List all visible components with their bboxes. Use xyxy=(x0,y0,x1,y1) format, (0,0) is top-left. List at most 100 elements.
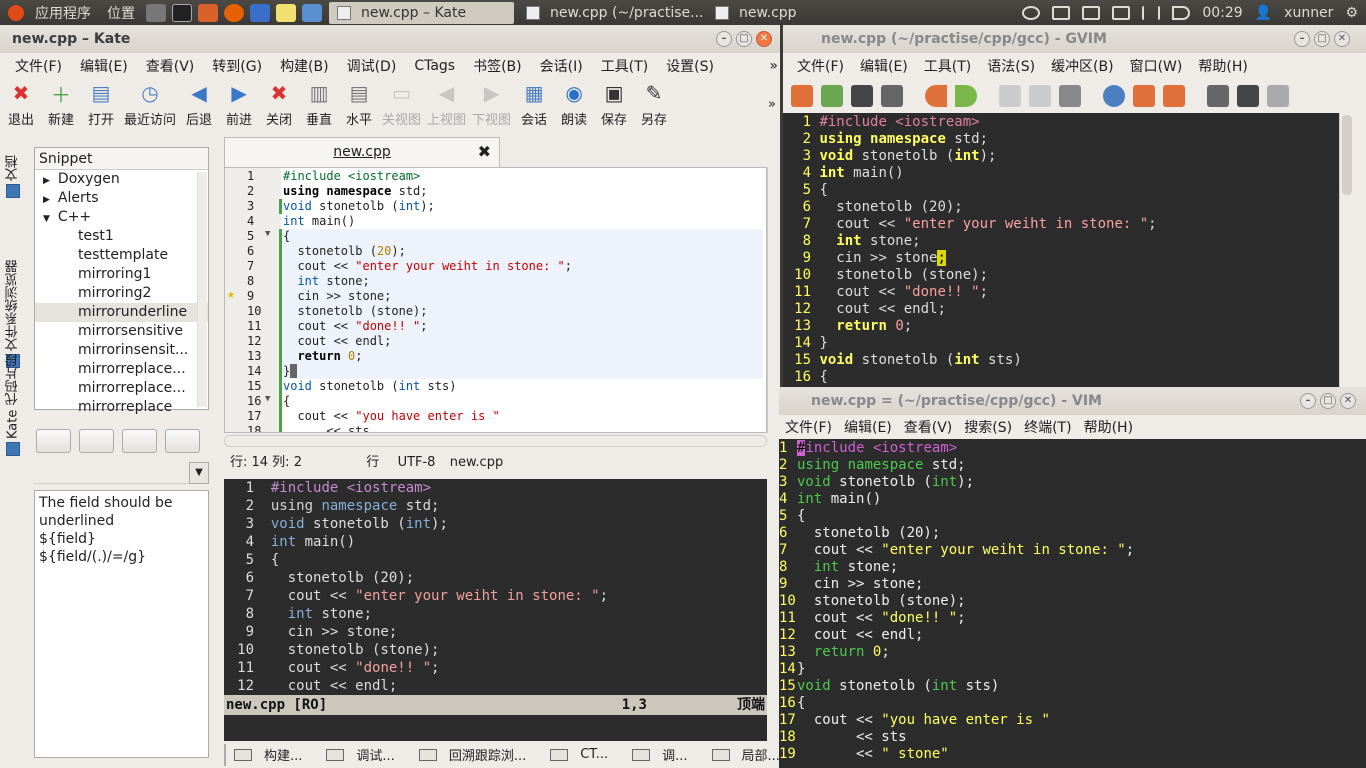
vim-close-button[interactable]: ✕ xyxy=(1340,393,1356,409)
cut-icon[interactable] xyxy=(999,85,1021,107)
find-next-icon[interactable] xyxy=(1133,85,1155,107)
menu-item[interactable]: 文件(F) xyxy=(789,56,852,76)
edit-mode[interactable]: 行 xyxy=(366,455,379,470)
save-icon[interactable] xyxy=(821,85,843,107)
paste-icon[interactable] xyxy=(1059,85,1081,107)
taskbar-item[interactable]: new.cpp xyxy=(707,2,857,24)
toolbar-forward-button[interactable]: ▶ 前进 xyxy=(222,79,256,128)
snippet-tree-item[interactable]: ▶ Alerts xyxy=(35,189,208,208)
chevron-down-icon[interactable]: ▼ xyxy=(189,462,209,484)
menu-item[interactable]: 编辑(E) xyxy=(852,56,916,76)
menu-item[interactable]: 构建(B) xyxy=(271,56,338,76)
tool-view-tab[interactable]: 构建... xyxy=(226,745,318,764)
vim-maximize-button[interactable]: □ xyxy=(1320,393,1336,409)
snippet-tree-item[interactable]: mirrorunderline xyxy=(35,303,208,322)
menu-item[interactable]: 设置(S) xyxy=(657,56,723,76)
toolbar-back-button[interactable]: ◀ 后退 xyxy=(182,79,216,128)
firefox-launcher-icon[interactable] xyxy=(224,3,244,22)
snippet-tree-item[interactable]: mirrorsensitive xyxy=(35,322,208,341)
menu-item[interactable]: CTags xyxy=(405,58,464,74)
undo-icon[interactable] xyxy=(925,85,947,107)
snippet-filter[interactable]: ▼ xyxy=(34,462,209,484)
toolbar-save-as-button[interactable]: ✎ 另存 xyxy=(637,79,671,128)
toolbar-save-button[interactable]: ▣ 保存 xyxy=(597,79,631,128)
home-folder-launcher-icon[interactable] xyxy=(198,3,218,22)
tree-expander-icon[interactable]: ▼ xyxy=(43,214,50,224)
menu-item[interactable]: 工具(T) xyxy=(592,56,657,76)
toolbar-close-button[interactable]: ✖ 关闭 xyxy=(262,79,296,128)
bookmark-star-icon[interactable]: ★ xyxy=(227,287,235,302)
vim-titlebar[interactable]: new.cpp = (~/practise/cpp/gcc) - VIM – □… xyxy=(779,387,1366,415)
menu-item[interactable]: 工具(T) xyxy=(916,56,979,76)
gvim-titlebar[interactable]: new.cpp (~/practise/cpp/gcc) - GVIM – □ … xyxy=(783,25,1366,53)
snippet-scrollbar[interactable] xyxy=(197,172,207,407)
volume-icon[interactable] xyxy=(1172,5,1191,20)
encoding[interactable]: UTF-8 xyxy=(398,455,436,470)
vim-minimize-button[interactable]: – xyxy=(1300,393,1316,409)
toolbar-session-button[interactable]: ▦ 会话 xyxy=(517,79,551,128)
snippet-tree-item[interactable]: ▶ Doxygen xyxy=(35,170,208,189)
side-tab[interactable]: Kate 代码片段 xyxy=(3,347,23,459)
menu-item[interactable]: 窗口(W) xyxy=(1122,56,1191,76)
menu-item[interactable]: 文件(F) xyxy=(779,417,838,437)
save-all-icon[interactable] xyxy=(851,85,873,107)
tree-expander-icon[interactable]: ▶ xyxy=(43,176,50,186)
settings-launcher-icon[interactable] xyxy=(146,3,166,22)
print-icon[interactable] xyxy=(881,85,903,107)
open-icon[interactable] xyxy=(791,85,813,107)
fold-arrow-icon[interactable]: ▼ xyxy=(265,229,270,239)
menu-item[interactable]: 缓冲区(B) xyxy=(1043,56,1122,76)
eclipse-launcher-icon[interactable] xyxy=(250,3,270,22)
menu-item[interactable]: 搜索(S) xyxy=(958,417,1018,437)
minimize-button[interactable]: – xyxy=(716,31,732,47)
kate-editor[interactable]: 1 #include <iostream> 2 using namespace std… xyxy=(224,167,767,433)
user-name[interactable]: xunner xyxy=(1284,5,1333,21)
snippet-tree-item[interactable]: test1 xyxy=(35,227,208,246)
menu-item[interactable]: 书签(B) xyxy=(464,56,531,76)
gvim-maximize-button[interactable]: □ xyxy=(1314,31,1330,47)
fold-arrow-icon[interactable]: ▼ xyxy=(265,394,270,404)
menu-item[interactable]: 帮助(H) xyxy=(1078,417,1139,437)
menu-item[interactable]: 文件(F) xyxy=(6,56,71,76)
mail-icon[interactable] xyxy=(1082,5,1101,20)
menu-item[interactable]: 帮助(H) xyxy=(1190,56,1255,76)
applications-menu[interactable]: 应用程序 xyxy=(27,3,99,23)
copy-icon[interactable] xyxy=(1029,85,1051,107)
snippet-tree-item[interactable]: mirrorinsensit... xyxy=(35,341,208,360)
network-icon[interactable] xyxy=(1142,5,1161,20)
menu-item[interactable]: 编辑(E) xyxy=(71,56,137,76)
gvim-close-button[interactable]: ✕ xyxy=(1334,31,1350,47)
side-tab[interactable]: 文件系统浏览器 xyxy=(3,201,23,371)
ubuntu-logo-icon[interactable] xyxy=(8,4,24,21)
menu-item[interactable]: 会话(I) xyxy=(531,56,592,76)
add-repository-button[interactable] xyxy=(36,429,71,453)
editor-horizontal-scrollbar[interactable] xyxy=(224,435,767,447)
snippet-tree-item[interactable]: ▼ C++ xyxy=(35,208,208,227)
tab-new-cpp[interactable]: new.cpp ✖ xyxy=(224,137,500,167)
toolbar-recent-button[interactable]: ◷ 最近访问 xyxy=(124,79,176,128)
indicator-icon[interactable] xyxy=(1022,5,1041,20)
menu-overflow-icon[interactable]: » xyxy=(769,58,778,74)
load-session-icon[interactable] xyxy=(1207,85,1229,107)
menu-item[interactable]: 转到(G) xyxy=(203,56,271,76)
toolbar-overflow-icon[interactable]: » xyxy=(768,97,776,112)
taskbar-item[interactable]: new.cpp (~/practise... xyxy=(518,2,703,24)
menu-item[interactable]: 查看(V) xyxy=(898,417,959,437)
find-replace-icon[interactable] xyxy=(1103,85,1125,107)
toolbar-split-horizontal-button[interactable]: ▤ 水平 xyxy=(342,79,376,128)
vim-terminal-editor[interactable]: 1 #include <iostream> 2 using namespace std… xyxy=(779,439,1366,768)
tool-view-tab[interactable]: CT... xyxy=(542,747,624,762)
toolbar-split-vertical-button[interactable]: ▥ 垂直 xyxy=(302,79,336,128)
save-session-icon[interactable] xyxy=(1237,85,1259,107)
toolbar-quit-button[interactable]: ✖ 退出 xyxy=(4,79,38,128)
tool-view-tab[interactable]: 回溯跟踪浏... xyxy=(411,745,542,764)
menu-item[interactable]: 终端(T) xyxy=(1018,417,1077,437)
snippet-tree-item[interactable]: mirroring1 xyxy=(35,265,208,284)
tool-view-tab[interactable]: 调试... xyxy=(318,745,410,764)
battery-icon[interactable] xyxy=(1112,5,1131,20)
edit-snippet-button[interactable] xyxy=(122,429,157,453)
menu-item[interactable]: 调试(D) xyxy=(338,56,406,76)
places-menu[interactable]: 位置 xyxy=(99,3,143,23)
user-icon[interactable]: 👤 xyxy=(1255,5,1272,21)
gvim-scrollbar[interactable] xyxy=(1339,113,1354,387)
